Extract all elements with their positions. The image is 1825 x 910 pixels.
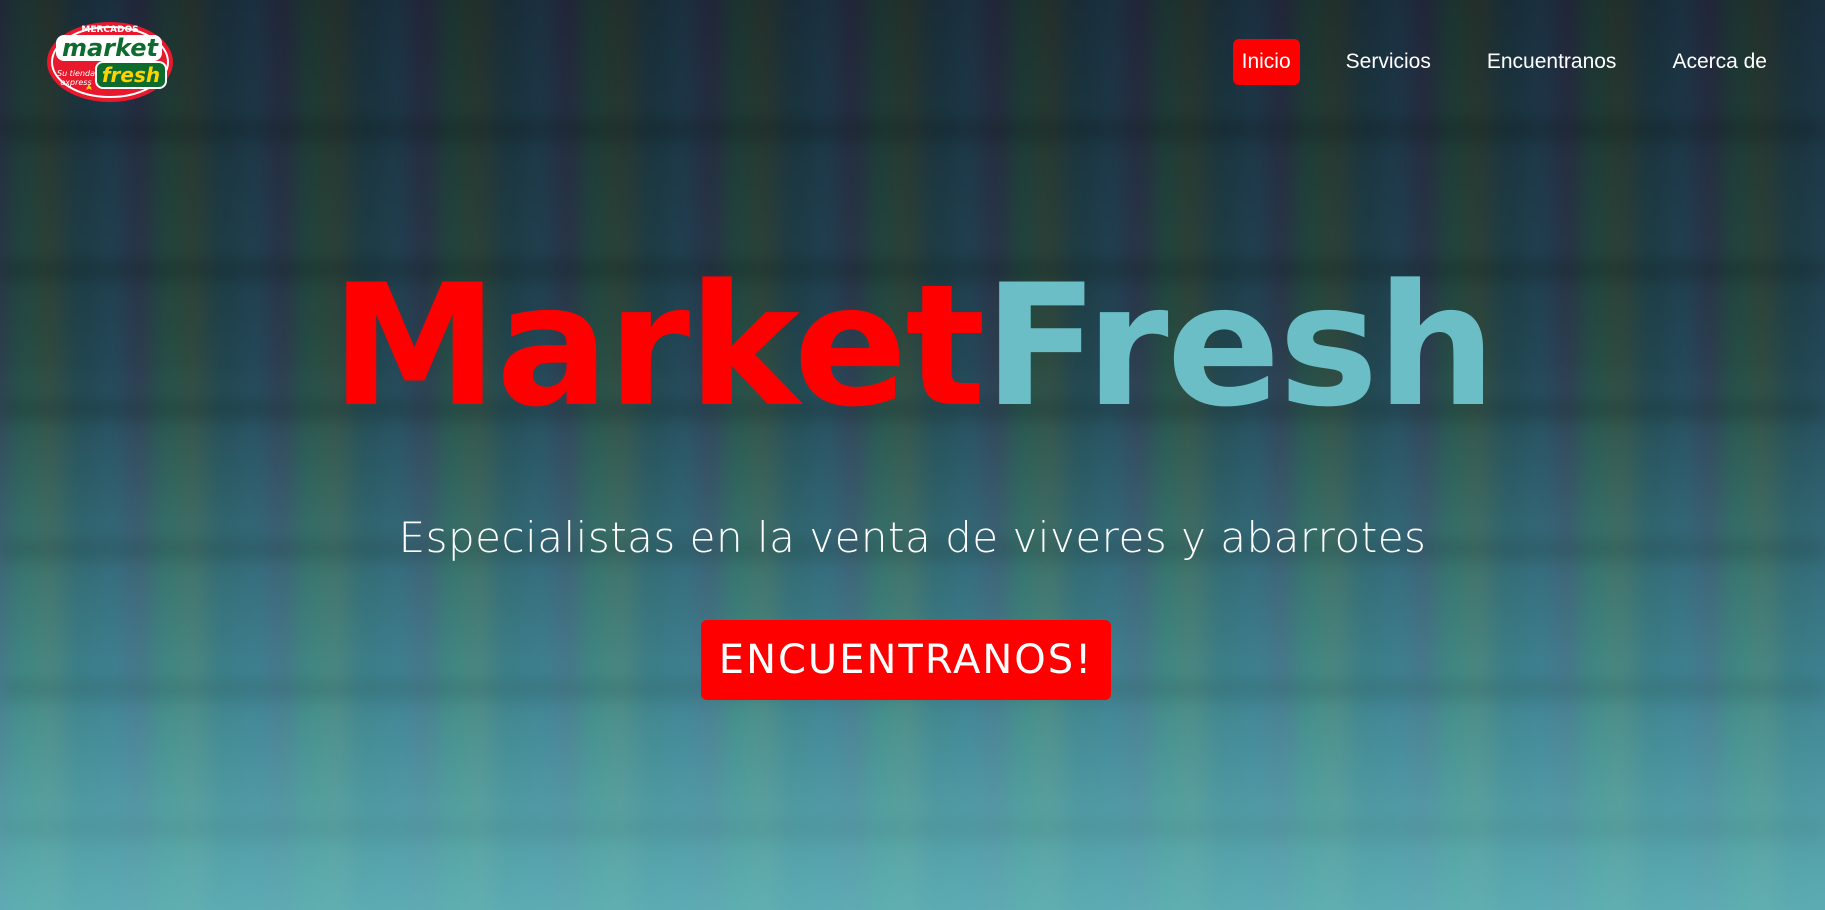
- logo-tagline-1: Su tienda: [57, 69, 95, 78]
- hero-title: MarketFresh: [0, 262, 1825, 430]
- nav-item-acerca-de[interactable]: Acerca de: [1662, 39, 1777, 85]
- logo-market-text: market: [62, 34, 159, 62]
- hero-subtitle: Especialistas en la venta de viveres y a…: [398, 513, 1427, 562]
- logo-fresh-text: fresh: [102, 63, 160, 87]
- main-navigation: Inicio Servicios Encuentranos Acerca de: [1221, 39, 1777, 85]
- encuentranos-cta-button[interactable]: ENCUENTRANOS!: [701, 620, 1111, 700]
- hero-title-market: Market: [330, 248, 986, 444]
- page-content: MERCADOS market fresh Su tienda express …: [0, 0, 1825, 910]
- hero-title-fresh: Fresh: [983, 248, 1496, 444]
- market-fresh-logo[interactable]: MERCADOS market fresh Su tienda express: [46, 18, 176, 102]
- nav-item-encuentranos[interactable]: Encuentranos: [1477, 39, 1627, 85]
- nav-item-inicio[interactable]: Inicio: [1232, 39, 1300, 85]
- logo-tagline-2: express: [60, 78, 91, 87]
- nav-item-servicios[interactable]: Servicios: [1336, 39, 1441, 85]
- landing-page: MERCADOS market fresh Su tienda express …: [0, 0, 1825, 910]
